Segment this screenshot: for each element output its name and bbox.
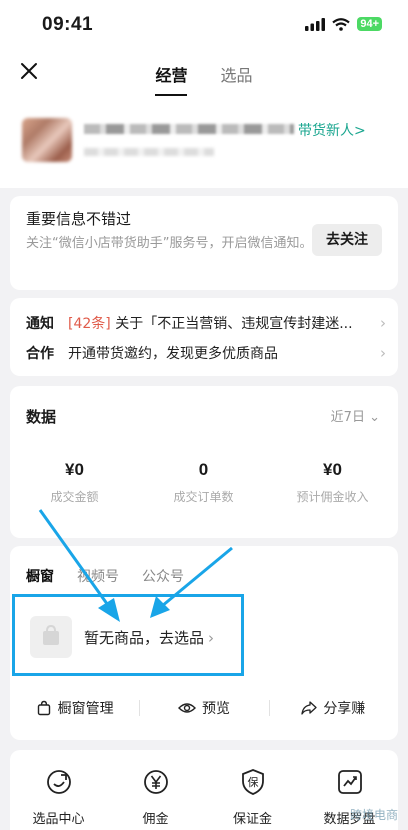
- data-card: 数据 近7日 ⌄ ¥0 成交金额 0 成交订单数 ¥0 预计佣金收入: [10, 386, 398, 538]
- eye-icon: [177, 703, 196, 713]
- cooperation-row[interactable]: 合作 开通带货邀约，发现更多优质商品 ›: [26, 342, 386, 364]
- chart-icon: [337, 770, 362, 794]
- battery-indicator: 94+: [357, 17, 382, 31]
- product-center-icon: [46, 770, 71, 794]
- blurred-subtitle: [84, 148, 214, 156]
- watermark: 跨境电商: [349, 808, 398, 822]
- status-time: 09:41: [42, 14, 94, 35]
- notice-label: 通知: [26, 316, 54, 332]
- showcase-manage-label: 橱窗管理: [57, 701, 114, 717]
- tool-product-center[interactable]: 选品中心: [10, 768, 107, 827]
- signal-icon: [305, 17, 326, 31]
- tool-label: 选品中心: [32, 812, 85, 827]
- notice-text: [42条] 关于「不正当营销、违规宣传封建迷...: [68, 313, 372, 333]
- shield-icon: 保: [241, 769, 264, 795]
- status-bar: 09:41 94+: [0, 0, 408, 50]
- follow-button[interactable]: 去关注: [312, 224, 382, 256]
- metric-order-count[interactable]: 0 成交订单数: [139, 460, 268, 505]
- avatar[interactable]: [22, 118, 72, 162]
- level-badge-link[interactable]: 带货新人>: [298, 120, 366, 140]
- cooperation-label: 合作: [26, 346, 54, 362]
- showcase-actions: 橱窗管理 预览 分享赚: [10, 694, 398, 722]
- tool-commission[interactable]: 佣金: [107, 768, 204, 827]
- tab-official-account[interactable]: 公众号: [142, 566, 184, 586]
- metric-label: 预计佣金收入: [296, 490, 369, 504]
- preview-button[interactable]: 预览: [139, 694, 268, 722]
- share-earn-button[interactable]: 分享赚: [268, 694, 398, 722]
- tab-showcase[interactable]: 橱窗: [26, 566, 54, 586]
- metric-commission[interactable]: ¥0 预计佣金收入: [268, 460, 397, 505]
- share-earn-label: 分享赚: [323, 701, 366, 717]
- wifi-icon: [332, 17, 351, 31]
- period-selector[interactable]: 近7日 ⌄: [331, 406, 380, 425]
- tool-label: 佣金: [142, 812, 169, 827]
- showcase-manage-button[interactable]: 橱窗管理: [10, 694, 139, 722]
- top-nav: 经营 选品: [0, 50, 408, 97]
- chevron-right-icon: ›: [380, 314, 386, 332]
- cooperation-text: 开通带货邀约，发现更多优质商品: [68, 346, 278, 362]
- nav-tabs: 经营 选品: [0, 62, 408, 97]
- tool-deposit[interactable]: 保 保证金: [204, 768, 301, 827]
- chevron-right-icon: ›: [380, 344, 386, 362]
- metric-value: 0: [198, 460, 209, 479]
- annotation-highlight-box: [12, 594, 244, 676]
- follow-description: 关注“微信小店带货助手”服务号，开启微信通知。: [26, 236, 313, 251]
- tab-channels[interactable]: 视频号: [77, 566, 119, 586]
- follow-notice-card: 重要信息不错过 关注“微信小店带货助手”服务号，开启微信通知。 去关注: [10, 196, 398, 290]
- notice-message: 关于「不正当营销、违规宣传封建迷...: [110, 316, 353, 332]
- tab-operate[interactable]: 经营: [155, 62, 188, 97]
- tools-card: 选品中心 佣金 保 保证金 数据罗盘: [10, 750, 398, 830]
- follow-title: 重要信息不错过: [26, 210, 132, 228]
- profile-header: 带货新人>: [0, 96, 408, 188]
- notice-count: [42条]: [68, 316, 111, 332]
- metric-label: 成交订单数: [173, 490, 234, 504]
- metric-value: ¥0: [323, 460, 342, 479]
- svg-text:保: 保: [247, 775, 258, 789]
- tool-label: 保证金: [232, 812, 272, 827]
- chevron-down-icon: ⌄: [369, 410, 380, 425]
- tab-select-products[interactable]: 选品: [221, 62, 253, 94]
- preview-label: 预览: [201, 701, 230, 717]
- blurred-username: [84, 124, 294, 134]
- metric-sales-amount[interactable]: ¥0 成交金额: [10, 460, 139, 505]
- data-title: 数据: [26, 408, 57, 426]
- bag-icon: [37, 700, 50, 716]
- metric-value: ¥0: [65, 460, 84, 479]
- notice-row[interactable]: 通知 [42条] 关于「不正当营销、违规宣传封建迷... ›: [26, 312, 386, 334]
- status-icons: 94+: [305, 17, 382, 31]
- share-icon: [301, 701, 317, 715]
- period-label: 近7日: [330, 410, 365, 425]
- yen-icon: [143, 770, 168, 794]
- notice-card: 通知 [42条] 关于「不正当营销、违规宣传封建迷... › 合作 开通带货邀约…: [10, 298, 398, 376]
- metric-label: 成交金额: [50, 490, 99, 504]
